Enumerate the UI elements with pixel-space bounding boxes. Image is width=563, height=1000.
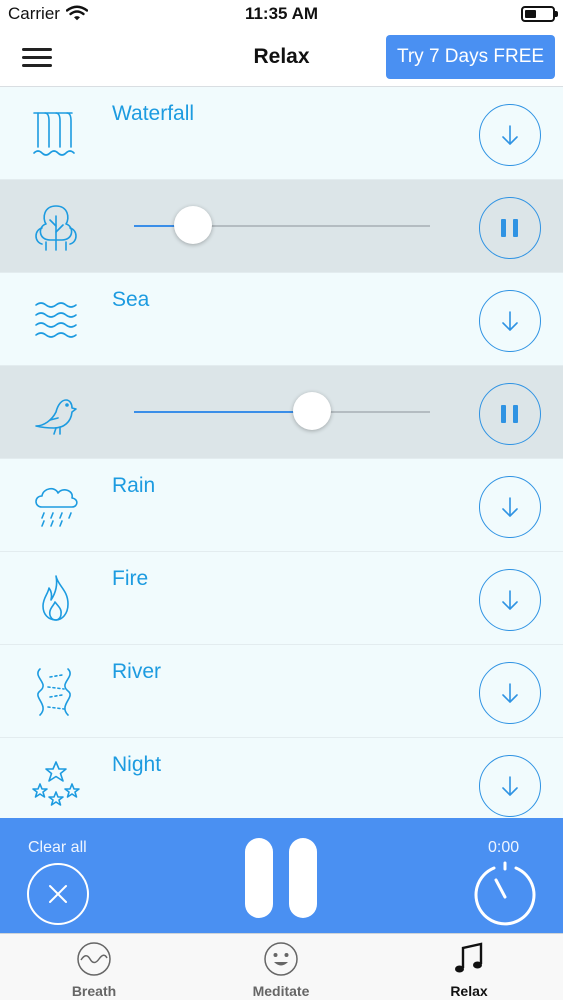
sound-list[interactable]: Waterfall Sea Rain Fire River Night xyxy=(0,87,563,818)
download-arrow-icon xyxy=(502,497,518,517)
clear-all-button[interactable] xyxy=(27,863,89,925)
sea-waves-icon xyxy=(28,295,84,345)
close-icon xyxy=(49,885,67,903)
sound-row[interactable] xyxy=(0,366,563,459)
timer-readout: 0:00 xyxy=(488,839,520,856)
tab-breath-label: Breath xyxy=(71,983,117,999)
volume-slider[interactable] xyxy=(134,206,430,244)
download-arrow-icon xyxy=(502,776,518,796)
battery-icon xyxy=(521,6,558,22)
sound-name: Night xyxy=(112,753,162,776)
sound-row[interactable]: Fire xyxy=(0,552,563,645)
breath-wave-icon xyxy=(77,942,111,976)
pause-sound-button[interactable] xyxy=(479,197,541,259)
sound-name: Waterfall xyxy=(112,102,195,125)
download-arrow-icon xyxy=(502,311,518,331)
sound-row[interactable]: River xyxy=(0,645,563,738)
clear-all-label: Clear all xyxy=(28,839,87,856)
status-time: 11:35 AM xyxy=(244,4,319,23)
sound-row[interactable] xyxy=(0,180,563,273)
sound-name: Rain xyxy=(112,474,156,497)
player-bar: Clear all 0:00 xyxy=(0,818,563,933)
volume-slider[interactable] xyxy=(134,392,430,430)
waterfall-icon xyxy=(28,109,84,159)
stopwatch-icon xyxy=(474,861,536,926)
river-icon xyxy=(28,667,84,717)
download-sound-button[interactable] xyxy=(479,569,541,631)
pause-bar-left xyxy=(245,838,273,918)
sound-row[interactable]: Rain xyxy=(0,459,563,552)
tab-relax[interactable]: Relax xyxy=(409,934,529,1000)
sound-name: Fire xyxy=(112,567,149,590)
tab-meditate[interactable]: Meditate xyxy=(221,934,341,1000)
download-sound-button[interactable] xyxy=(479,662,541,724)
pause-icon xyxy=(501,405,518,423)
tab-meditate-label: Meditate xyxy=(252,983,310,999)
tab-bar: Breath Meditate Relax xyxy=(0,933,563,1000)
bird-icon xyxy=(28,388,84,438)
tab-relax-label: Relax xyxy=(450,983,488,999)
sound-row[interactable]: Waterfall xyxy=(0,87,563,180)
volume-slider-thumb[interactable] xyxy=(174,206,213,244)
sound-name: Sea xyxy=(112,288,150,311)
pause-bar-right xyxy=(289,838,317,918)
music-note-icon xyxy=(455,942,483,973)
download-sound-button[interactable] xyxy=(479,104,541,166)
navigation-bar: Relax Try 7 Days FREE xyxy=(0,30,563,87)
fire-icon xyxy=(28,574,84,624)
timer-button[interactable] xyxy=(472,860,538,926)
download-sound-button[interactable] xyxy=(479,476,541,538)
volume-track-filled xyxy=(134,411,312,413)
rain-cloud-icon xyxy=(28,481,84,531)
pause-sound-button[interactable] xyxy=(479,383,541,445)
main-pause-button[interactable] xyxy=(245,838,319,918)
sound-name: River xyxy=(112,660,162,683)
status-bar: Carrier 11:35 AM xyxy=(0,0,563,30)
tab-breath[interactable]: Breath xyxy=(34,934,154,1000)
download-arrow-icon xyxy=(502,590,518,610)
download-sound-button[interactable] xyxy=(479,755,541,817)
volume-slider-thumb[interactable] xyxy=(292,392,331,430)
free-trial-button[interactable]: Try 7 Days FREE xyxy=(386,35,555,79)
pause-icon xyxy=(501,219,518,237)
smiley-icon xyxy=(264,942,298,976)
sound-row[interactable]: Night xyxy=(0,738,563,818)
download-arrow-icon xyxy=(502,125,518,145)
app-screen: Carrier 11:35 AM Relax Try 7 Days FREE W… xyxy=(0,0,563,1000)
download-sound-button[interactable] xyxy=(479,290,541,352)
download-arrow-icon xyxy=(502,683,518,703)
sound-row[interactable]: Sea xyxy=(0,273,563,366)
tree-icon xyxy=(28,202,84,252)
stars-icon xyxy=(28,760,84,810)
